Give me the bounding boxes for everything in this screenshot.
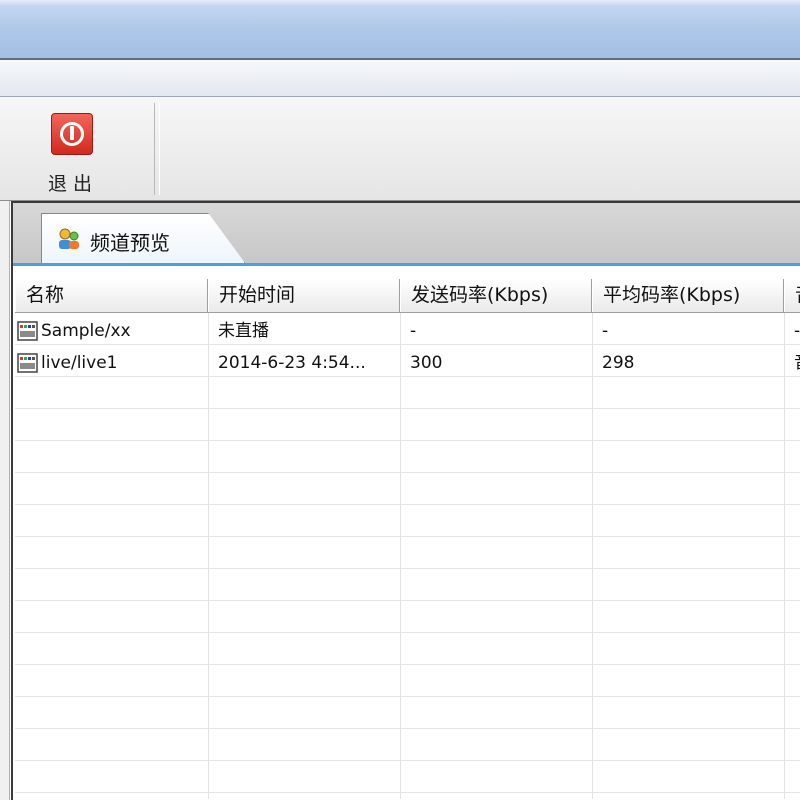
video-channel-icon [17, 353, 38, 373]
table-body: Sample/xx 未直播 - - - live/live1 2014-6-23… [15, 313, 800, 799]
table-row[interactable]: live/live1 2014-6-23 4:54... 300 298 音 [15, 347, 800, 379]
power-icon [51, 113, 93, 155]
tab-strip: 频道预览 [13, 203, 800, 266]
column-header-send-bitrate[interactable]: 发送码率(Kbps) [400, 279, 592, 312]
channel-panel: 频道预览 名称 开始时间 发送码率(Kbps) 平均码率(Kbps) 音 [11, 201, 800, 800]
video-channel-icon [17, 321, 38, 341]
exit-label: 退出 [47, 173, 98, 195]
row-name: live/live1 [41, 353, 118, 373]
column-header-name[interactable]: 名称 [15, 279, 208, 312]
row-name: Sample/xx [41, 321, 131, 341]
toolbar: 退出 [0, 97, 800, 201]
exit-button[interactable]: 退出 [30, 105, 116, 195]
table-row[interactable]: Sample/xx 未直播 - - - [15, 315, 800, 347]
row-send-bitrate: - [410, 321, 417, 341]
channel-table: 名称 开始时间 发送码率(Kbps) 平均码率(Kbps) 音 Sample/x… [15, 279, 800, 799]
row-avg-bitrate: - [602, 321, 609, 341]
row-send-bitrate: 300 [410, 353, 443, 373]
row-extra: 音 [784, 347, 800, 379]
tab-label: 频道预览 [90, 231, 170, 255]
column-header-avg-bitrate[interactable]: 平均码率(Kbps) [592, 279, 784, 312]
column-header-extra[interactable]: 音 [784, 279, 800, 312]
row-start-time: 2014-6-23 4:54... [218, 353, 366, 373]
row-avg-bitrate: 298 [602, 353, 635, 373]
tab-channel-preview[interactable]: 频道预览 [41, 213, 245, 263]
column-header-start-time[interactable]: 开始时间 [208, 279, 400, 312]
left-panel-edge [0, 201, 10, 800]
menu-bar [0, 60, 800, 97]
row-extra: - [794, 321, 800, 341]
channel-preview-icon [59, 228, 79, 249]
row-start-time: 未直播 [218, 321, 269, 341]
window-title-bar [0, 0, 800, 60]
toolbar-separator [154, 103, 160, 195]
table-header: 名称 开始时间 发送码率(Kbps) 平均码率(Kbps) 音 [15, 279, 800, 313]
